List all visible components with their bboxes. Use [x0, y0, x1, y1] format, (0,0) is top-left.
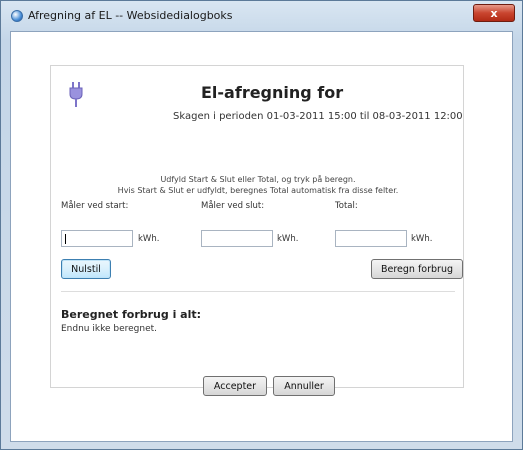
total-input[interactable]: [335, 230, 407, 247]
accept-button[interactable]: Accepter: [203, 376, 267, 396]
start-meter-label: Måler ved start:: [61, 201, 129, 211]
instruction-line-2: Hvis Start & Slut er udfyldt, beregnes T…: [117, 186, 399, 195]
result-title: Beregnet forbrug i alt:: [61, 308, 202, 321]
divider: [61, 291, 455, 292]
period-subtitle: Skagen i perioden 01-03-2011 15:00 til 0…: [173, 111, 463, 122]
total-unit-label: kWh.: [411, 234, 433, 244]
close-button[interactable]: x: [473, 4, 515, 22]
dialog-window: Afregning af EL -- Websidedialogboks x E…: [0, 0, 523, 450]
end-unit-label: kWh.: [277, 234, 299, 244]
plug-icon: [69, 82, 83, 107]
dialog-content: El-afregning for Skagen i perioden 01-03…: [10, 31, 513, 442]
start-unit-label: kWh.: [138, 234, 160, 244]
reset-button[interactable]: Nulstil: [61, 259, 111, 279]
start-meter-input[interactable]: [61, 230, 133, 247]
text-caret: [65, 234, 66, 244]
result-text: Endnu ikke beregnet.: [61, 324, 158, 334]
ie-icon: [11, 10, 23, 22]
window-title: Afregning af EL -- Websidedialogboks: [28, 9, 233, 22]
form-panel: El-afregning for Skagen i perioden 01-03…: [50, 65, 464, 396]
end-meter-input[interactable]: [201, 230, 273, 247]
total-label: Total:: [335, 201, 358, 211]
instruction-line-1: Udfyld Start & Slut eller Total, og tryk…: [160, 175, 356, 184]
title-bar[interactable]: Afregning af EL -- Websidedialogboks x: [1, 1, 522, 31]
cancel-button[interactable]: Annuller: [273, 376, 335, 396]
page-title: El-afregning for: [201, 83, 344, 102]
calculate-button[interactable]: Beregn forbrug: [371, 259, 463, 279]
end-meter-label: Måler ved slut:: [201, 201, 265, 211]
